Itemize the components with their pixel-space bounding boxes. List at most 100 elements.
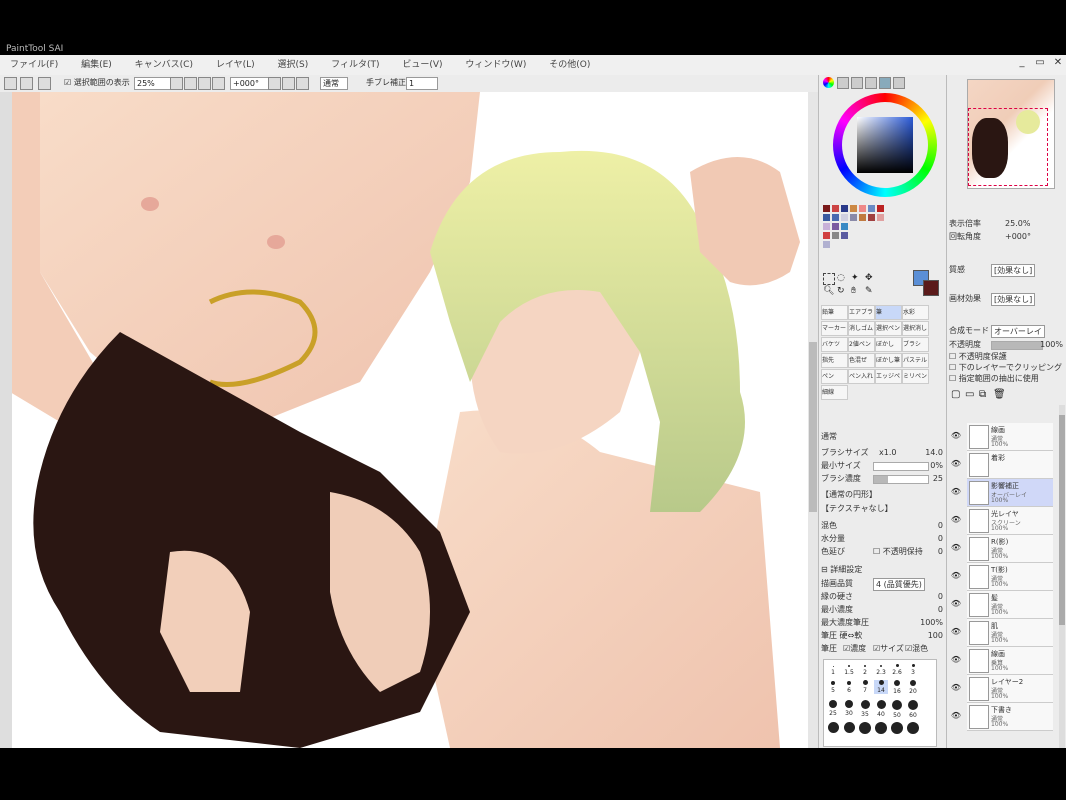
brush-size-cell[interactable]: 60 bbox=[906, 700, 920, 719]
redo-icon[interactable] bbox=[20, 77, 33, 90]
protect-checkbox[interactable]: ☐ 不透明度保護 bbox=[949, 351, 1065, 362]
brush-size-cell[interactable] bbox=[890, 722, 904, 736]
rotate-left-icon[interactable] bbox=[268, 77, 281, 90]
minimize-icon[interactable]: _ bbox=[1014, 56, 1030, 70]
background-color[interactable] bbox=[923, 280, 939, 296]
tool-binary-pen[interactable]: 2値ペン bbox=[848, 337, 875, 352]
move-icon[interactable]: ✥ bbox=[865, 273, 873, 283]
layer-item[interactable]: 光レイヤ スクリーン 100% bbox=[967, 507, 1053, 535]
brush-size-mult[interactable]: x1.0 bbox=[879, 447, 896, 458]
pressure-density-checkbox[interactable]: ☑濃度 bbox=[843, 643, 866, 654]
swatch[interactable] bbox=[823, 232, 830, 239]
swatch[interactable] bbox=[823, 241, 830, 248]
rgb-slider-tab-icon[interactable] bbox=[837, 77, 849, 89]
saturation-value-square[interactable] bbox=[857, 117, 913, 173]
pressure-size-checkbox[interactable]: ☑サイズ bbox=[873, 643, 904, 654]
brush-size-cell[interactable]: 40 bbox=[874, 700, 888, 718]
tool-bucket[interactable]: バケツ bbox=[821, 337, 848, 352]
layer-item-selected[interactable]: 影響補正 オーバーレイ 100% bbox=[967, 479, 1053, 507]
rotate-icon[interactable]: ↻ bbox=[837, 286, 845, 296]
tool-edge-pen[interactable]: エッジペン bbox=[875, 369, 902, 384]
eye-icon[interactable]: 👁︎ bbox=[949, 485, 963, 499]
brush-size-cell[interactable]: 2.3 bbox=[874, 662, 888, 676]
layer-scrollbar[interactable] bbox=[1059, 405, 1065, 748]
tool-blur-brush[interactable]: ぼかし筆 bbox=[875, 353, 902, 368]
eye-icon[interactable]: 👁︎ bbox=[949, 457, 963, 471]
swatch[interactable] bbox=[832, 232, 839, 239]
new-layer-icon[interactable]: ▢ bbox=[951, 389, 960, 400]
brush-size-cell[interactable]: 1.5 bbox=[842, 662, 856, 676]
hue-ring[interactable] bbox=[833, 93, 937, 197]
keep-opacity-checkbox[interactable]: ☐ 不透明保持 bbox=[873, 546, 923, 557]
canvas-vertical-scrollbar[interactable] bbox=[808, 92, 818, 748]
menu-layer[interactable]: レイヤ(L) bbox=[206, 55, 265, 75]
zoom-reset-icon[interactable] bbox=[198, 77, 211, 90]
tool-brush[interactable]: 筆 bbox=[875, 305, 902, 320]
swatch[interactable] bbox=[841, 232, 848, 239]
brush-texture-row[interactable]: 【テクスチャなし】 bbox=[821, 503, 945, 514]
brush-size-cell[interactable]: 50 bbox=[890, 700, 904, 719]
flip-button[interactable]: 通常 bbox=[320, 77, 348, 90]
layer-item[interactable]: 下書き 通常 100% bbox=[967, 703, 1053, 731]
swatch[interactable] bbox=[877, 214, 884, 221]
brush-size-cell[interactable]: 2.6 bbox=[890, 662, 904, 676]
swatch[interactable] bbox=[877, 205, 884, 212]
blend-mode-select[interactable]: オーバーレイ bbox=[991, 325, 1045, 338]
zoom-out-icon[interactable] bbox=[170, 77, 183, 90]
tool-pen[interactable]: ペン bbox=[821, 369, 848, 384]
tool-inking-pen[interactable]: ペン入れ bbox=[848, 369, 875, 384]
brush-size-cell[interactable]: 35 bbox=[858, 700, 872, 718]
marquee-icon[interactable] bbox=[823, 273, 835, 285]
brush-size-cell[interactable] bbox=[842, 722, 856, 736]
eye-icon[interactable]: 👁︎ bbox=[949, 681, 963, 695]
angle-field[interactable]: +000° bbox=[230, 77, 270, 90]
brush-size-cell[interactable]: 1 bbox=[826, 662, 840, 676]
tool-pastel[interactable]: パステル bbox=[902, 353, 929, 368]
tool-airbrush[interactable]: エアブラシ bbox=[848, 305, 875, 320]
zoom-in-icon[interactable] bbox=[184, 77, 197, 90]
rotate-reset-icon[interactable] bbox=[296, 77, 309, 90]
reference-checkbox[interactable]: ☐ 指定範囲の抽出に使用 bbox=[949, 373, 1065, 384]
density-slider[interactable] bbox=[873, 475, 929, 484]
selection-visible-checkbox[interactable]: ☑ 選択範囲の表示 bbox=[64, 77, 130, 89]
restore-icon[interactable]: ▭ bbox=[1032, 56, 1048, 70]
navigator-preview[interactable] bbox=[967, 79, 1055, 189]
brush-size-cell[interactable]: 7 bbox=[858, 680, 872, 694]
swatch[interactable] bbox=[868, 214, 875, 221]
scrollbar-thumb[interactable] bbox=[809, 342, 817, 512]
magic-wand-icon[interactable]: ✦ bbox=[851, 273, 859, 283]
layer-item[interactable]: 線画 乗算 100% bbox=[967, 647, 1053, 675]
eye-icon[interactable]: 👁︎ bbox=[949, 569, 963, 583]
menu-select[interactable]: 選択(S) bbox=[268, 55, 319, 75]
zoom-fit-icon[interactable] bbox=[212, 77, 225, 90]
tool-blend[interactable]: 色混ぜ bbox=[848, 353, 875, 368]
deselect-icon[interactable] bbox=[38, 77, 51, 90]
menu-edit[interactable]: 編集(E) bbox=[71, 55, 122, 75]
menu-filter[interactable]: フィルタ(T) bbox=[321, 55, 389, 75]
eye-icon[interactable]: 👁︎ bbox=[949, 709, 963, 723]
swatch[interactable] bbox=[850, 214, 857, 221]
swatch[interactable] bbox=[859, 205, 866, 212]
eye-icon[interactable]: 👁︎ bbox=[949, 541, 963, 555]
layer-item[interactable]: 線画 通常 100% bbox=[967, 423, 1053, 451]
brush-size-cell[interactable]: 6 bbox=[842, 680, 856, 694]
swatch[interactable] bbox=[823, 223, 830, 230]
eye-icon[interactable]: 👁︎ bbox=[949, 429, 963, 443]
brush-size-cell[interactable]: 5 bbox=[826, 680, 840, 694]
detail-header[interactable]: ⊟ 詳細設定 bbox=[821, 564, 945, 575]
eye-icon[interactable]: 👁︎ bbox=[949, 597, 963, 611]
swatch[interactable] bbox=[850, 205, 857, 212]
swatch[interactable] bbox=[832, 205, 839, 212]
clip-checkbox[interactable]: ☐ 下のレイヤーでクリッピング bbox=[949, 362, 1065, 373]
rotate-right-icon[interactable] bbox=[282, 77, 295, 90]
zoom-icon[interactable]: 🔍︎ bbox=[823, 286, 834, 296]
copy-layer-icon[interactable]: ⧉ bbox=[979, 389, 986, 400]
layer-item[interactable]: 着彩 bbox=[967, 451, 1053, 479]
tool-fine-line[interactable]: 細線 bbox=[821, 385, 848, 400]
brush-mode-row[interactable]: 通常 bbox=[821, 431, 945, 442]
tool-select-eraser[interactable]: 選択消し bbox=[902, 321, 929, 336]
menu-canvas[interactable]: キャンバス(C) bbox=[125, 55, 203, 75]
tool-brush-2[interactable]: ブラシ bbox=[902, 337, 929, 352]
swatch[interactable] bbox=[823, 214, 830, 221]
undo-icon[interactable] bbox=[4, 77, 17, 90]
